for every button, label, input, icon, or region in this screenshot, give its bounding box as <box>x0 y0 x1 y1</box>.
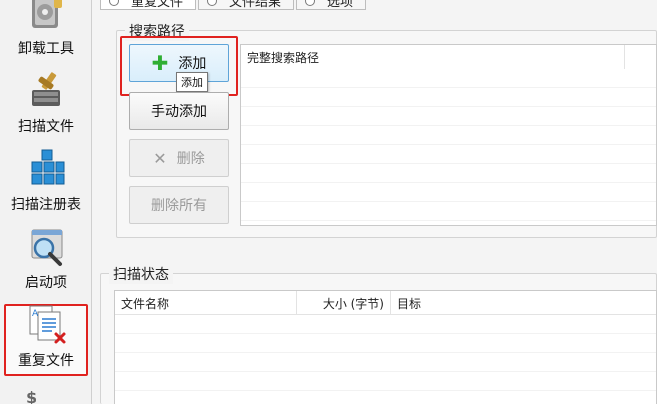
tab-options[interactable]: 选项 <box>296 0 367 10</box>
sidebar-item-startup[interactable]: 启动项 <box>4 222 88 296</box>
column-target[interactable]: 目标 <box>391 291 656 314</box>
scan-results-header: 文件名称 大小 (字节) 目标 <box>115 291 656 315</box>
sidebar: 卸载工具 扫描文件 扫描注册表 启动项 A 重复文件 $ <box>0 0 92 404</box>
scan-results-rows <box>115 315 656 404</box>
scan-status-title: 扫描状态 <box>109 264 173 284</box>
startup-icon <box>24 224 68 268</box>
sidebar-item-uninstall[interactable]: 卸载工具 <box>4 0 88 62</box>
sidebar-item-label: 重复文件 <box>18 353 74 369</box>
add-icon: ✚ <box>151 51 169 75</box>
scan-results-list[interactable]: 文件名称 大小 (字节) 目标 <box>114 290 657 404</box>
sidebar-item-scan-registry[interactable]: 扫描注册表 <box>4 144 88 218</box>
duplicate-files-icon: A <box>24 302 68 346</box>
column-full-path[interactable]: 完整搜索路径 <box>241 45 625 69</box>
tab-duplicate-files[interactable]: 重复文件 <box>100 0 197 10</box>
column-file-name[interactable]: 文件名称 <box>115 291 297 314</box>
manual-add-button[interactable]: 手动添加 <box>129 92 229 130</box>
add-tooltip: 添加 <box>176 72 208 92</box>
sidebar-item-duplicate-files[interactable]: A 重复文件 <box>4 304 88 376</box>
sidebar-item-label: 扫描注册表 <box>11 197 81 213</box>
uninstall-icon <box>24 0 68 34</box>
sidebar-item-scan-files[interactable]: 扫描文件 <box>4 66 88 140</box>
radio-icon <box>207 0 218 6</box>
dollar-icon: $ <box>26 388 38 404</box>
svg-text:A: A <box>32 309 39 319</box>
search-path-list-rows <box>241 69 656 225</box>
delete-icon: ✕ <box>153 148 167 168</box>
radio-icon <box>109 0 119 6</box>
radio-icon <box>305 0 316 6</box>
sidebar-item-label: 扫描文件 <box>18 119 74 135</box>
search-path-list-header: 完整搜索路径 <box>241 45 656 69</box>
search-path-list[interactable]: 完整搜索路径 <box>240 44 657 226</box>
sidebar-item-label: 启动项 <box>25 275 67 291</box>
sidebar-item-more[interactable]: $ <box>26 388 66 404</box>
main-panel: 重复文件 文件结果 选项 搜索路径 ✚ 添加 添加 手动添加 ✕ 删除 删除所有… <box>92 0 657 404</box>
registry-icon <box>24 146 68 190</box>
delete-button[interactable]: ✕ 删除 <box>129 139 229 177</box>
delete-all-button[interactable]: 删除所有 <box>129 186 229 224</box>
tab-strip: 重复文件 文件结果 选项 <box>100 0 368 12</box>
scan-files-icon <box>24 68 68 112</box>
column-size[interactable]: 大小 (字节) <box>297 291 391 314</box>
sidebar-item-label: 卸载工具 <box>18 41 74 57</box>
tab-file-results[interactable]: 文件结果 <box>198 0 295 10</box>
